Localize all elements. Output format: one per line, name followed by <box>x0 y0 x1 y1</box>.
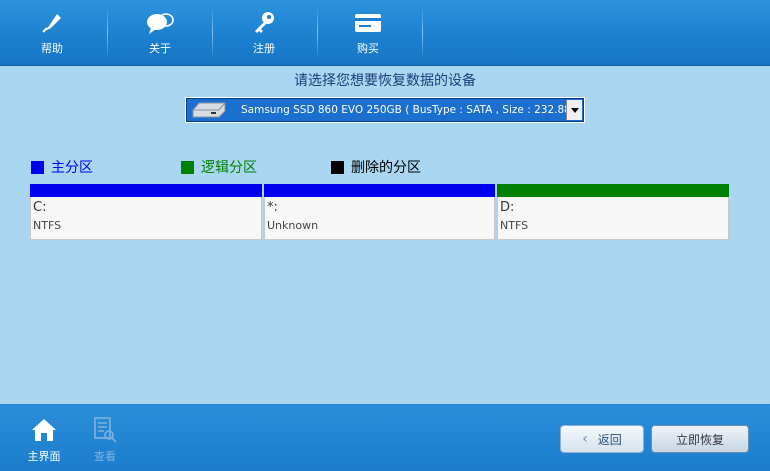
top-toolbar: 帮助 关于 注册 购买 <box>0 0 770 66</box>
back-button-label: 返回 <box>597 432 622 447</box>
bottom-bar: 主界面 查看 ‹ 返回 立即恢复 <box>0 404 770 471</box>
partition-fs: Unknown <box>267 219 319 232</box>
nav-view-label: 查看 <box>94 450 116 463</box>
legend-deleted: 删除的分区 <box>331 157 421 177</box>
partition-body: *: Unknown <box>264 197 495 240</box>
legend-primary: 主分区 <box>31 157 93 177</box>
card-icon <box>353 10 383 36</box>
disk-select-value: Samsung SSD 860 EVO 250GB ( BusType : SA… <box>241 104 566 116</box>
hard-drive-icon <box>191 101 227 119</box>
nav-home-label: 主界面 <box>27 450 61 463</box>
view-icon <box>92 415 118 445</box>
recover-now-label: 立即恢复 <box>675 432 724 447</box>
nav-view[interactable]: 查看 <box>78 415 132 464</box>
back-button[interactable]: ‹ 返回 <box>560 425 644 453</box>
partition-fs: NTFS <box>33 219 62 232</box>
partition-fs: NTFS <box>500 219 529 232</box>
nav-home[interactable]: 主界面 <box>17 415 71 464</box>
legend-logical-label: 逻辑分区 <box>201 160 257 176</box>
key-icon <box>249 10 279 36</box>
help-label: 帮助 <box>41 42 63 55</box>
chevron-left-icon: ‹ <box>582 431 588 447</box>
chevron-down-icon[interactable] <box>566 100 582 120</box>
partition-unknown[interactable]: *: Unknown <box>264 184 495 240</box>
partition-map: C: NTFS *: Unknown D: NTFS <box>30 184 729 240</box>
device-prompt: 请选择您想要恢复数据的设备 <box>294 73 476 89</box>
partition-bar <box>264 184 495 197</box>
legend-primary-label: 主分区 <box>51 160 93 176</box>
legend-deleted-label: 删除的分区 <box>351 160 421 176</box>
buy-label: 购买 <box>357 42 379 55</box>
legend-primary-swatch <box>31 160 44 174</box>
toolbar-divider <box>422 6 423 60</box>
buy-button[interactable]: 购买 <box>316 0 420 66</box>
help-button[interactable]: 帮助 <box>0 0 104 66</box>
about-icon <box>145 10 175 36</box>
partition-bar <box>30 184 262 197</box>
register-button[interactable]: 注册 <box>212 0 316 66</box>
help-icon <box>37 10 67 36</box>
partition-body: D: NTFS <box>497 197 729 240</box>
partition-name: D: <box>500 200 515 215</box>
recover-now-button[interactable]: 立即恢复 <box>651 425 749 453</box>
legend-logical-swatch <box>181 160 194 174</box>
partition-name: *: <box>267 200 278 215</box>
about-label: 关于 <box>149 42 171 55</box>
legend-deleted-swatch <box>331 160 344 174</box>
register-label: 注册 <box>253 42 275 55</box>
partition-bar <box>497 184 729 197</box>
partition-body: C: NTFS <box>30 197 262 240</box>
legend-logical: 逻辑分区 <box>181 157 257 177</box>
disk-select[interactable]: Samsung SSD 860 EVO 250GB ( BusType : SA… <box>185 97 585 123</box>
partition-name: C: <box>33 200 47 215</box>
partition-d[interactable]: D: NTFS <box>497 184 729 240</box>
home-icon <box>30 415 58 445</box>
partition-c[interactable]: C: NTFS <box>30 184 262 240</box>
about-button[interactable]: 关于 <box>108 0 212 66</box>
